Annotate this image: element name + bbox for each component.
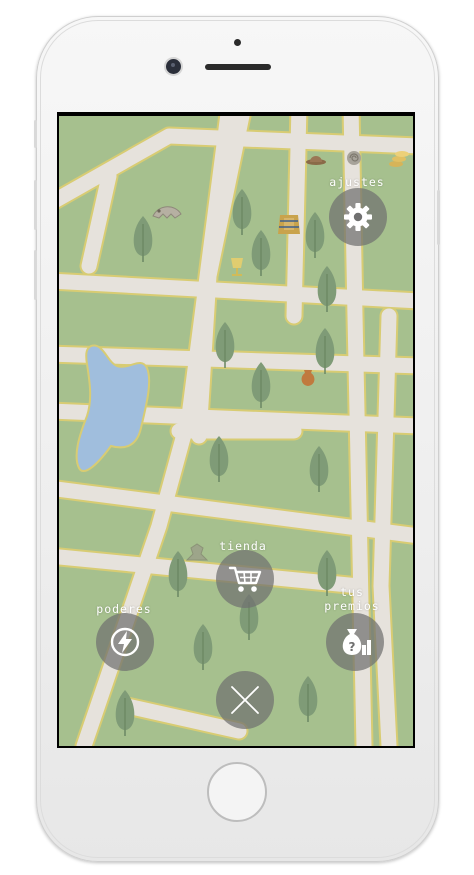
prize-bag-icon: ? xyxy=(342,629,371,655)
cart-icon xyxy=(228,566,262,592)
power-button xyxy=(437,190,440,245)
prizes-label: tus premios xyxy=(324,585,380,613)
powers-button[interactable] xyxy=(96,613,154,671)
phone-screen: ajustes tienda poderes tus premios ? xyxy=(57,112,415,748)
volume-down-button xyxy=(34,250,37,300)
pharaoh-mask-icon[interactable] xyxy=(278,215,300,234)
proximity-sensor xyxy=(234,39,241,46)
volume-up-button xyxy=(34,180,37,230)
mute-switch xyxy=(34,120,37,148)
map-view[interactable]: ajustes tienda poderes tus premios ? xyxy=(59,116,413,746)
settings-label: ajustes xyxy=(329,175,385,189)
gear-icon xyxy=(344,203,372,231)
svg-text:?: ? xyxy=(349,640,356,654)
close-button[interactable] xyxy=(216,671,274,729)
home-button[interactable] xyxy=(207,762,267,822)
close-icon xyxy=(231,686,259,714)
shop-button[interactable] xyxy=(216,550,274,608)
spiral-shell-icon[interactable] xyxy=(347,151,361,165)
earpiece-speaker xyxy=(205,64,271,70)
front-camera xyxy=(166,59,181,74)
lightning-icon xyxy=(110,627,140,657)
prizes-button[interactable]: ? xyxy=(326,613,384,671)
settings-button[interactable] xyxy=(329,188,387,246)
